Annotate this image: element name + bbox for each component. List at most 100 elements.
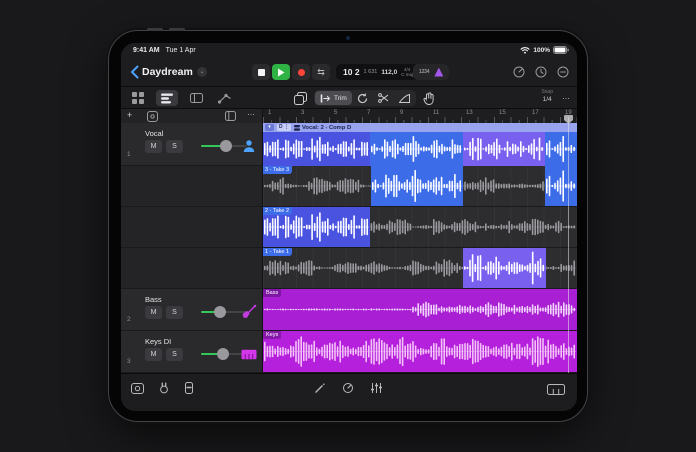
automation-button[interactable] [214,90,236,106]
main-toolbar: Daydream ⌄ ⇆ 10 2 1 631 112,0 4/4 C maj [121,57,577,87]
lcd-display[interactable]: 10 2 1 631 112,0 4/4 C maj [336,64,420,80]
comp-badge[interactable]: D ⋮ [277,124,291,131]
track-row-vocal: 1 Vocal M S ▾ D ⋮ Vocal: 2 - Comp D [121,123,577,166]
keys-region[interactable]: Keys [263,331,577,373]
copy-button[interactable] [294,91,307,105]
status-left: 9:41 AM Tue 1 Apr [133,47,196,54]
smart-controls-icon[interactable] [342,382,354,394]
status-bar: 9:41 AM Tue 1 Apr 100% [121,43,577,57]
cycle-button[interactable]: ⇆ [312,64,330,80]
take-label[interactable]: 3 - Take 3 [263,166,293,174]
fade-tool[interactable] [394,91,415,105]
vocal-track-header[interactable]: 1 Vocal M S [121,123,263,166]
mute-button[interactable]: M [145,348,162,361]
mute-button[interactable]: M [145,306,162,319]
track-name: Keys DI [145,337,172,346]
history-clock-icon[interactable] [535,66,547,78]
vocalist-icon [241,138,257,154]
regions-button[interactable] [185,90,207,106]
hide-track-headers-icon[interactable] [225,111,236,121]
solo-button[interactable]: S [166,348,183,361]
metronome-icon[interactable] [434,67,444,77]
bass-region[interactable]: Bass [263,289,577,331]
clock-time: 9:41 AM [133,47,160,54]
ruler-labels: 1 3 5 7 9 11 13 15 17 19 [268,110,577,116]
take-1-lane[interactable]: 1 - Take 1 [263,248,577,289]
split-tool[interactable] [373,91,394,105]
slider-knob[interactable] [220,140,232,152]
record-button[interactable] [292,64,310,80]
battery-percent: 100% [533,46,550,54]
comp-segment[interactable] [463,132,545,166]
live-loops-view-button[interactable] [127,90,149,106]
take-2-lane[interactable]: 2 - Take 2 [263,207,577,248]
take-segment-selected[interactable] [463,248,546,288]
automation-icon [218,93,231,104]
mute-solo-group: M S [145,348,183,361]
bass-track-header[interactable]: 2 Bass M S [121,289,263,331]
add-track-button[interactable]: + [127,110,132,120]
play-icon [278,68,285,76]
slider-knob[interactable] [214,306,226,318]
project-title[interactable]: Daydream [142,66,193,78]
mute-button[interactable]: M [145,140,162,153]
comp-segment[interactable] [370,132,463,166]
ruler-bar-label: 1 [268,110,272,116]
project-menu-chevron-icon[interactable]: ⌄ [197,67,207,77]
track-options-icon[interactable] [147,111,158,122]
logic-pro-app: 9:41 AM Tue 1 Apr 100% Daydream ⌄ ⇆ 10 2… [121,43,577,411]
wifi-icon [520,46,530,54]
trim-tool[interactable]: Trim [315,91,352,105]
tool-segmented-control: Trim [314,90,416,106]
edit-tools: Trim [294,90,435,106]
plugins-icon[interactable] [158,382,170,394]
pencil-icon[interactable] [315,382,326,394]
minus-circle-icon[interactable] [557,66,569,78]
view-switcher [127,90,236,106]
play-surface-keyboard-icon[interactable] [547,384,565,395]
count-in-button[interactable]: 1234 [419,69,430,75]
take-segment-selected[interactable] [545,166,577,206]
bar-ruler[interactable]: 1 3 5 7 9 11 13 15 17 19 [263,109,577,123]
comp-region-title: Vocal: 2 - Comp D [294,124,351,131]
loop-tool[interactable] [352,91,373,105]
mixer-icon[interactable] [370,382,383,394]
battery-icon [553,46,569,54]
take-3-lane[interactable]: 3 - Take 3 [263,166,577,207]
loop-browser-icon[interactable] [131,382,144,394]
dial-icon[interactable] [513,66,525,78]
lcd-position: 10 2 [343,67,360,77]
comp-region-header[interactable]: ▾ D ⋮ Vocal: 2 - Comp D [263,123,577,132]
fader-icon[interactable] [184,382,194,394]
comp-segment[interactable] [263,132,370,166]
solo-button[interactable]: S [166,306,183,319]
ruler-bar-label: 15 [499,110,506,116]
take-label[interactable]: 2 - Take 2 [263,207,293,215]
solo-button[interactable]: S [166,140,183,153]
track-number: 1 [127,151,131,158]
comp-segment[interactable] [545,132,577,166]
cycle-icon: ⇆ [317,66,325,77]
keyboard-instrument-icon [241,346,257,362]
take-label[interactable]: 1 - Take 1 [263,248,293,256]
lcd-timesig-key: 4/4 C maj [401,67,413,77]
back-chevron-icon[interactable] [129,65,139,79]
slider-knob[interactable] [217,348,229,360]
track-panel-header: + … [121,108,263,123]
stop-icon [257,68,265,76]
status-right: 100% [520,46,569,54]
tracks-view-button[interactable] [156,90,178,106]
comp-chevron-icon[interactable]: ▾ [265,124,274,131]
trim-icon [320,94,331,102]
take-segment-selected[interactable] [371,166,463,206]
play-button[interactable] [272,64,290,80]
ruler-bar-label: 7 [367,110,371,116]
more-options-button[interactable]: … [562,92,571,101]
comp-region-body[interactable] [263,132,577,166]
ruler-bar-label: 11 [433,110,440,116]
track-panel-more-button[interactable]: … [247,108,256,117]
keys-track-header[interactable]: 3 Keys DI M S [121,331,263,373]
stop-button[interactable] [252,64,270,80]
snap-selector[interactable]: Snap 1/4 [541,89,553,103]
gesture-button[interactable] [423,91,435,105]
